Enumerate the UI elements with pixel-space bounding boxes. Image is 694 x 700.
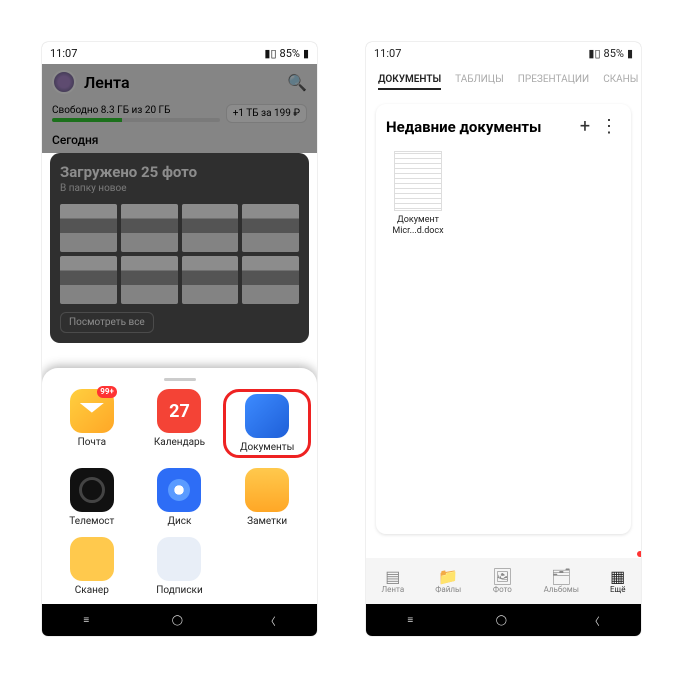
- tab-tables[interactable]: ТАБЛИЦЫ: [455, 74, 504, 90]
- signal-icon: ▮▯: [264, 47, 276, 60]
- battery-text: 85%: [604, 47, 624, 60]
- more-grid-icon: ▦: [610, 569, 625, 585]
- status-right: ▮▯ 85% ▮: [588, 47, 633, 60]
- scanner-icon: [70, 537, 114, 581]
- tab-documents[interactable]: ДОКУМЕНТЫ: [378, 74, 441, 90]
- nav-home-icon[interactable]: ◯: [172, 615, 183, 626]
- folder-icon: 📁: [435, 569, 461, 585]
- telemost-icon: [70, 468, 114, 512]
- notes-icon: [245, 468, 289, 512]
- recent-title: Недавние документы: [386, 118, 573, 136]
- bonus-button[interactable]: +1 ТБ за 199 ₽: [226, 104, 307, 123]
- status-bar: 11:07 ▮▯ 85% ▮: [366, 42, 641, 64]
- status-time: 11:07: [374, 47, 401, 60]
- sheet-handle[interactable]: [164, 378, 196, 381]
- app-telemost[interactable]: Телемост: [48, 468, 136, 527]
- feed-icon: ▤: [382, 569, 405, 585]
- thumbnail-grid: [60, 204, 299, 304]
- search-icon[interactable]: 🔍: [287, 73, 307, 92]
- feed-header: Лента 🔍: [42, 64, 317, 100]
- albums-icon: 🗂: [544, 569, 579, 585]
- recent-header: Недавние документы + ⋮: [386, 116, 621, 137]
- document-item[interactable]: Документ Micr...d.docx: [386, 151, 450, 237]
- app-label: Сканер: [48, 585, 136, 596]
- app-label: Календарь: [136, 437, 224, 448]
- nav-files[interactable]: 📁Файлы: [435, 569, 461, 594]
- battery-text: 85%: [280, 47, 300, 60]
- upload-title: Загружено 25 фото: [60, 163, 299, 181]
- nav-back-icon[interactable]: 〈: [590, 613, 600, 628]
- android-navbar: ≡ ◯ 〈: [42, 604, 317, 636]
- page-title: Лента: [84, 73, 279, 92]
- app-calendar[interactable]: 27 Календарь: [136, 389, 224, 458]
- app-label: Подписки: [136, 585, 224, 596]
- mail-badge: 99+: [97, 386, 117, 398]
- app-documents-highlighted[interactable]: Документы: [223, 389, 311, 458]
- tab-row: ДОКУМЕНТЫ ТАБЛИЦЫ ПРЕЗЕНТАЦИИ СКАНЫ: [366, 64, 641, 98]
- nav-back-icon[interactable]: 〈: [266, 613, 276, 628]
- document-name-line1: Документ: [386, 215, 450, 226]
- nav-recent-icon[interactable]: ≡: [407, 615, 413, 626]
- upload-card[interactable]: Загружено 25 фото В папку новое Посмотре…: [50, 153, 309, 343]
- document-name-line2: Micr...d.docx: [386, 226, 450, 237]
- nav-recent-icon[interactable]: ≡: [83, 615, 89, 626]
- tab-presentations[interactable]: ПРЕЗЕНТАЦИИ: [518, 74, 589, 90]
- status-right: ▮▯ 85% ▮: [264, 47, 309, 60]
- upload-subtitle: В папку новое: [60, 183, 299, 194]
- storage-text: Свободно 8.3 ГБ из 20 ГБ: [52, 105, 220, 116]
- storage-row: Свободно 8.3 ГБ из 20 ГБ +1 ТБ за 199 ₽: [42, 100, 317, 127]
- more-icon[interactable]: ⋮: [597, 116, 621, 137]
- app-label: Документы: [228, 442, 306, 453]
- bottom-nav: ▤Лента 📁Файлы 🖼Фото 🗂Альбомы ▦Ещё: [366, 558, 641, 604]
- android-navbar: ≡ ◯ 〈: [366, 604, 641, 636]
- app-label: Диск: [136, 516, 224, 527]
- app-notes[interactable]: Заметки: [223, 468, 311, 527]
- app-mail[interactable]: 99+ Почта: [48, 389, 136, 458]
- phone-left-screenshot: 11:07 ▮▯ 85% ▮ Лента 🔍 Свободно 8.3 ГБ и…: [42, 42, 317, 636]
- status-bar: 11:07 ▮▯ 85% ▮: [42, 42, 317, 64]
- status-time: 11:07: [50, 47, 77, 60]
- battery-icon: ▮: [303, 47, 309, 60]
- app-disk[interactable]: Диск: [136, 468, 224, 527]
- nav-more[interactable]: ▦Ещё: [610, 569, 625, 594]
- app-label: Почта: [48, 437, 136, 448]
- nav-photo[interactable]: 🖼Фото: [492, 569, 512, 594]
- nav-albums[interactable]: 🗂Альбомы: [544, 569, 579, 594]
- mail-icon: 99+: [70, 389, 114, 433]
- nav-home-icon[interactable]: ◯: [496, 615, 507, 626]
- storage-bar: Свободно 8.3 ГБ из 20 ГБ: [52, 105, 220, 122]
- phone-right-screenshot: 11:07 ▮▯ 85% ▮ ДОКУМЕНТЫ ТАБЛИЦЫ ПРЕЗЕНТ…: [366, 42, 641, 636]
- disk-icon: [157, 468, 201, 512]
- photo-icon: 🖼: [492, 569, 512, 585]
- battery-icon: ▮: [627, 47, 633, 60]
- view-all-button[interactable]: Посмотреть все: [60, 312, 154, 333]
- bottom-sheet: 99+ Почта 27 Календарь Документы Телемос…: [42, 368, 317, 604]
- app-subscriptions[interactable]: Подписки: [136, 537, 224, 596]
- tab-scans[interactable]: СКАНЫ: [603, 74, 638, 90]
- documents-icon: [245, 394, 289, 438]
- avatar[interactable]: [52, 70, 76, 94]
- calendar-icon: 27: [157, 389, 201, 433]
- add-button[interactable]: +: [573, 116, 597, 137]
- app-label: Заметки: [223, 516, 311, 527]
- app-scanner[interactable]: Сканер: [48, 537, 136, 596]
- nav-feed[interactable]: ▤Лента: [382, 569, 405, 594]
- app-label: Телемост: [48, 516, 136, 527]
- subscriptions-icon: [157, 537, 201, 581]
- app-grid: 99+ Почта 27 Календарь Документы Телемос…: [48, 389, 311, 596]
- document-thumb-icon: [394, 151, 442, 211]
- recent-documents-card: Недавние документы + ⋮ Документ Micr...d…: [376, 104, 631, 534]
- signal-icon: ▮▯: [588, 47, 600, 60]
- today-label: Сегодня: [42, 127, 317, 153]
